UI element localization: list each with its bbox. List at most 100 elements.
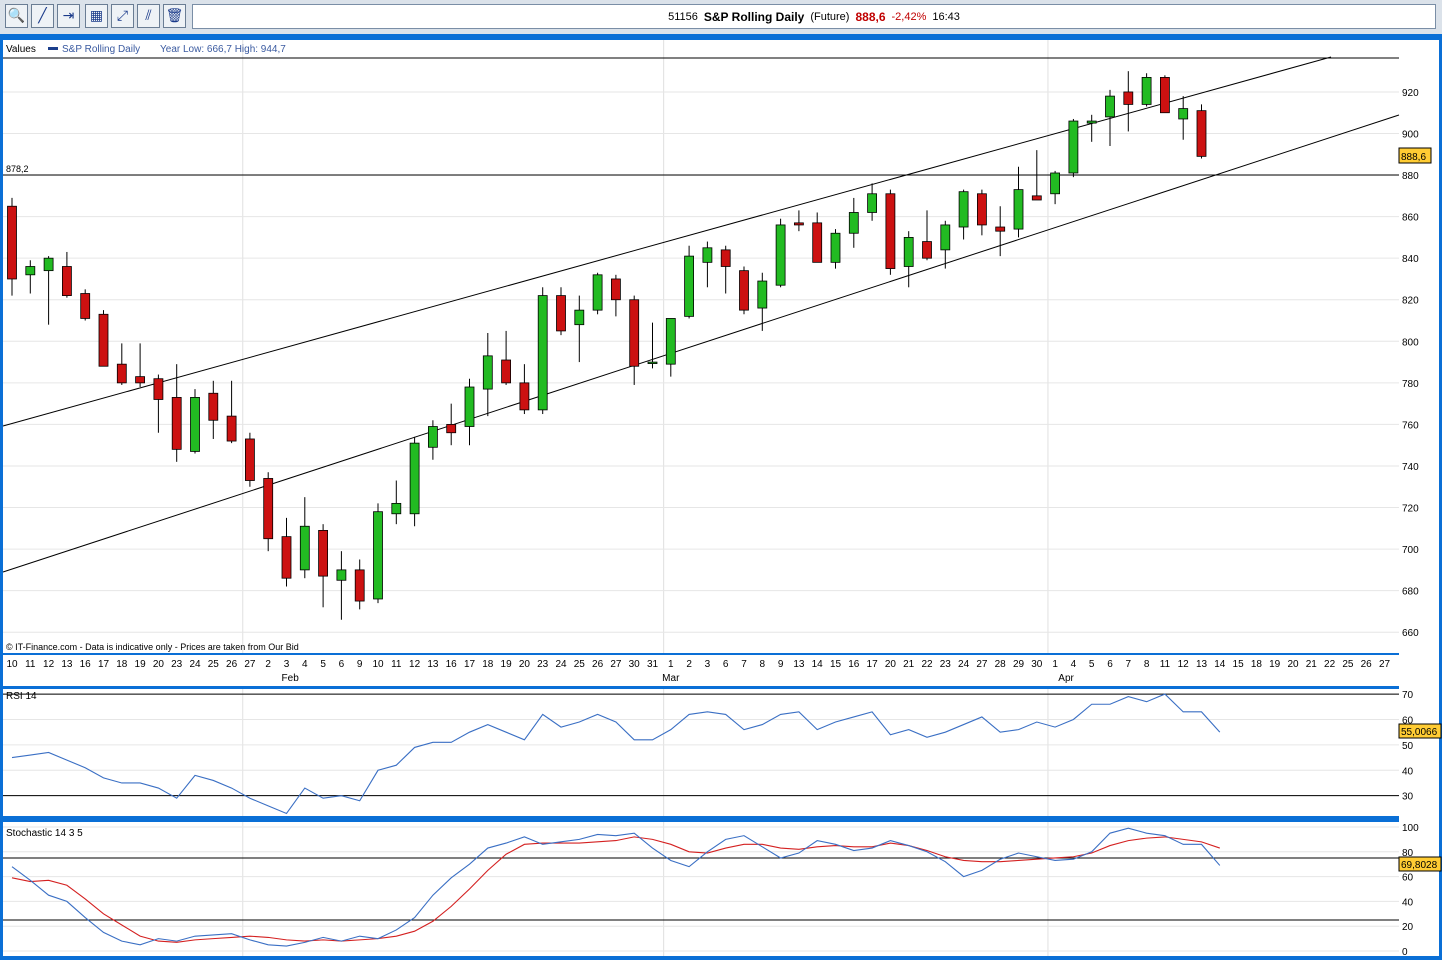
y-tick-label: 860 bbox=[1402, 213, 1419, 224]
x-tick-label: 1 bbox=[668, 659, 674, 670]
candle-body bbox=[336, 569, 347, 581]
x-tick-label: 20 bbox=[519, 659, 531, 670]
candle-body bbox=[464, 386, 475, 427]
candle-body bbox=[281, 536, 292, 579]
x-tick-label: 21 bbox=[1306, 659, 1318, 670]
rsi-tick-label: 30 bbox=[1402, 792, 1414, 803]
x-month-label: Mar bbox=[662, 673, 680, 684]
stoch-label: Stochastic 14 3 5 bbox=[6, 828, 83, 839]
candle-body bbox=[665, 318, 676, 365]
x-tick-label: 3 bbox=[284, 659, 290, 670]
candle-body bbox=[647, 361, 658, 364]
y-tick-label: 880 bbox=[1402, 171, 1419, 182]
candle-body bbox=[318, 530, 329, 577]
x-tick-label: 23 bbox=[171, 659, 183, 670]
candle-body bbox=[263, 478, 274, 540]
x-month-label: Apr bbox=[1058, 673, 1074, 684]
candle-body bbox=[629, 299, 640, 367]
x-tick-label: 16 bbox=[848, 659, 860, 670]
x-tick-label: 30 bbox=[1031, 659, 1043, 670]
x-tick-label: 27 bbox=[1379, 659, 1391, 670]
rsi-tick-label: 70 bbox=[1402, 690, 1414, 701]
x-tick-label: 27 bbox=[610, 659, 622, 670]
x-tick-label: 26 bbox=[226, 659, 238, 670]
candle-body bbox=[244, 438, 255, 481]
stoch-tick-label: 40 bbox=[1402, 897, 1414, 908]
y-tick-label: 660 bbox=[1402, 628, 1419, 639]
disclaimer: © IT-Finance.com - Data is indicative on… bbox=[6, 642, 299, 652]
candle-body bbox=[592, 274, 603, 311]
x-tick-label: 8 bbox=[1144, 659, 1150, 670]
hline-label: 878,2 bbox=[6, 164, 29, 174]
x-tick-label: 27 bbox=[244, 659, 256, 670]
candle-body bbox=[62, 266, 72, 296]
x-tick-label: 4 bbox=[1071, 659, 1077, 670]
y-tick-label: 720 bbox=[1402, 504, 1419, 515]
candle-body bbox=[830, 232, 841, 263]
x-tick-label: 20 bbox=[885, 659, 897, 670]
stoch-plot-background bbox=[3, 822, 1399, 956]
x-tick-label: 17 bbox=[98, 659, 110, 670]
x-tick-label: 6 bbox=[339, 659, 345, 670]
candle-body bbox=[208, 392, 219, 421]
x-tick-label: 10 bbox=[6, 659, 18, 670]
x-tick-label: 22 bbox=[1324, 659, 1336, 670]
y-tick-label: 780 bbox=[1402, 379, 1419, 390]
candle-body bbox=[702, 247, 713, 263]
x-tick-label: 30 bbox=[629, 659, 641, 670]
candle-body bbox=[519, 382, 530, 411]
candle-body bbox=[98, 313, 109, 367]
candle-body bbox=[977, 193, 987, 226]
y-tick-label: 740 bbox=[1402, 462, 1419, 473]
candle-body bbox=[354, 569, 365, 602]
candle-body bbox=[794, 222, 804, 226]
x-tick-label: 18 bbox=[1251, 659, 1263, 670]
candle-body bbox=[1031, 195, 1042, 201]
x-tick-label: 12 bbox=[43, 659, 55, 670]
x-tick-label: 11 bbox=[25, 659, 36, 670]
x-tick-label: 5 bbox=[320, 659, 326, 670]
candle-body bbox=[867, 193, 877, 213]
y-tick-label: 900 bbox=[1402, 130, 1419, 141]
x-tick-label: 13 bbox=[61, 659, 73, 670]
x-tick-label: 25 bbox=[208, 659, 220, 670]
candle-body bbox=[1123, 91, 1134, 105]
x-tick-label: 20 bbox=[153, 659, 165, 670]
x-tick-label: 17 bbox=[464, 659, 476, 670]
x-tick-label: 20 bbox=[1287, 659, 1299, 670]
candle-body bbox=[43, 257, 54, 272]
candle-body bbox=[171, 397, 182, 450]
stoch-tick-label: 0 bbox=[1402, 947, 1408, 958]
chart-area[interactable]: 6606807007207407607808008208408608809009… bbox=[0, 0, 1442, 960]
x-tick-label: 16 bbox=[446, 659, 458, 670]
candle-body bbox=[848, 212, 859, 234]
y-tick-label: 700 bbox=[1402, 545, 1419, 556]
candle-body bbox=[80, 293, 91, 319]
x-tick-label: 16 bbox=[80, 659, 92, 670]
x-tick-label: 7 bbox=[1126, 659, 1132, 670]
candle-body bbox=[190, 397, 200, 452]
x-tick-label: 12 bbox=[1178, 659, 1190, 670]
y-tick-label: 840 bbox=[1402, 254, 1419, 265]
stoch-tick-label: 20 bbox=[1402, 922, 1414, 933]
main-plot-background bbox=[3, 40, 1399, 653]
candle-body bbox=[1105, 95, 1115, 118]
x-tick-label: 7 bbox=[741, 659, 747, 670]
y-tick-label: 760 bbox=[1402, 420, 1419, 431]
x-tick-label: 27 bbox=[976, 659, 988, 670]
candle-body bbox=[482, 355, 493, 390]
x-tick-label: 6 bbox=[1107, 659, 1113, 670]
x-tick-label: 3 bbox=[705, 659, 711, 670]
candle-body bbox=[611, 278, 621, 301]
candle-body bbox=[556, 295, 566, 332]
x-tick-label: 19 bbox=[135, 659, 147, 670]
x-tick-label: 11 bbox=[1160, 659, 1171, 670]
x-tick-label: 18 bbox=[116, 659, 128, 670]
x-tick-label: 25 bbox=[574, 659, 586, 670]
y-tick-label: 820 bbox=[1402, 296, 1419, 307]
candle-body bbox=[116, 363, 127, 384]
candle-body bbox=[958, 191, 969, 228]
x-tick-label: 24 bbox=[555, 659, 567, 670]
x-tick-label: 10 bbox=[372, 659, 384, 670]
legend-series: S&P Rolling Daily bbox=[62, 44, 140, 55]
